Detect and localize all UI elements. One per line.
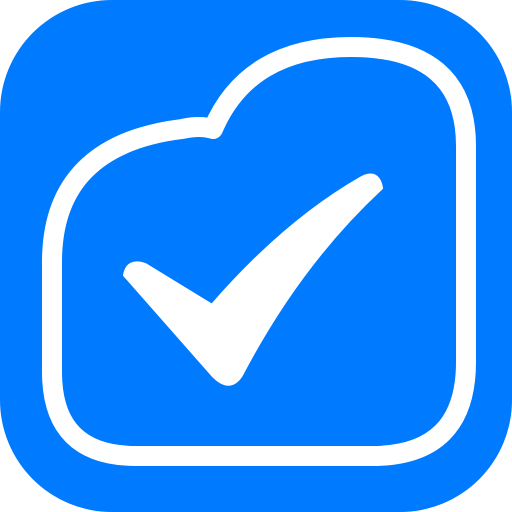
app-icon	[0, 0, 512, 512]
icon-canvas	[0, 0, 512, 512]
app-icon-graphic	[0, 0, 512, 512]
